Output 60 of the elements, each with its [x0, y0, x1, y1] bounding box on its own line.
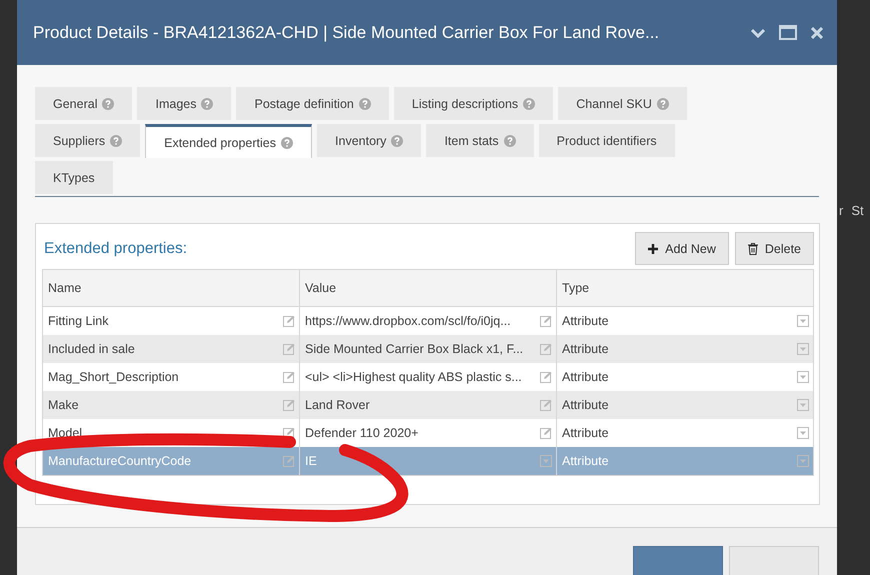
- table-cell-text: <ul> <li>Highest quality ABS plastic s...: [305, 370, 523, 384]
- help-icon[interactable]: [358, 98, 371, 110]
- table-cell-text: Attribute: [562, 398, 610, 412]
- table-cell-text: Side Mounted Carrier Box Black x1, F...: [305, 342, 524, 356]
- tab[interactable]: Postage definition: [236, 87, 389, 120]
- column-header[interactable]: Name: [42, 270, 300, 306]
- dropdown-icon[interactable]: [797, 371, 809, 383]
- dropdown-icon[interactable]: [797, 427, 809, 439]
- plus-icon: [648, 244, 658, 254]
- tab[interactable]: Inventory: [317, 124, 422, 157]
- help-icon[interactable]: [523, 98, 536, 110]
- help-icon[interactable]: [504, 134, 516, 146]
- chevron-down-icon[interactable]: [751, 28, 765, 38]
- table-cell-text: Fitting Link: [48, 314, 110, 328]
- dropdown-icon[interactable]: [540, 455, 552, 467]
- table-cell-text: IE: [305, 454, 318, 468]
- tab[interactable]: Product identifiers: [538, 124, 675, 157]
- help-icon[interactable]: [110, 134, 122, 146]
- tab[interactable]: Suppliers: [35, 124, 140, 157]
- help-icon[interactable]: [281, 136, 294, 148]
- dropdown-icon[interactable]: [797, 315, 809, 327]
- column-header[interactable]: Type: [556, 270, 814, 306]
- tab[interactable]: General: [35, 87, 132, 120]
- tab[interactable]: Images: [137, 87, 232, 120]
- dropdown-icon[interactable]: [797, 399, 809, 411]
- help-icon[interactable]: [201, 98, 214, 110]
- dropdown-icon[interactable]: [797, 343, 809, 355]
- table-cell-text: Defender 110 2020+: [305, 426, 420, 440]
- tab[interactable]: Item stats: [426, 124, 534, 157]
- help-icon[interactable]: [391, 134, 404, 146]
- add-new-button[interactable]: Add New: [635, 232, 729, 265]
- edit-icon[interactable]: [283, 427, 295, 439]
- table-cell-text: ManufactureCountryCode: [48, 454, 192, 468]
- help-icon[interactable]: [102, 98, 114, 110]
- table-cell-text: https://www.dropbox.com/scl/fo/i0jq...: [305, 314, 512, 328]
- table-cell-text: Make: [48, 398, 80, 412]
- help-icon[interactable]: [656, 98, 669, 110]
- table-cell-text: Attribute: [562, 314, 610, 328]
- tab[interactable]: Extended properties: [145, 124, 312, 158]
- footer-button[interactable]: [633, 546, 723, 575]
- dropdown-icon[interactable]: [797, 455, 809, 467]
- tab[interactable]: KTypes: [35, 161, 113, 194]
- tab[interactable]: Listing descriptions: [394, 87, 554, 120]
- column-header[interactable]: Value: [300, 270, 556, 306]
- table-cell-text: Mag_Short_Description: [48, 370, 180, 384]
- table-cell-text: Included in sale: [48, 342, 136, 356]
- table-cell-text: Attribute: [562, 370, 610, 384]
- table-cell-text: Attribute: [562, 426, 610, 440]
- background-column-header: St: [851, 203, 864, 218]
- table-cell-text: Attribute: [562, 454, 610, 468]
- window-title: Product Details - BRA4121362A-CHD | Side Mounted Carrier Box For Land Rove...: [33, 22, 660, 42]
- trash-icon: [748, 242, 758, 254]
- tab[interactable]: Channel SKU: [558, 87, 687, 120]
- table-cell-text: Attribute: [562, 342, 610, 356]
- maximize-icon[interactable]: [779, 25, 797, 40]
- background-column-header: r: [839, 203, 844, 218]
- table-cell-text: Land Rover: [305, 398, 371, 412]
- close-icon[interactable]: [811, 26, 823, 38]
- panel-title: Extended properties:: [43, 240, 188, 258]
- delete-button[interactable]: Delete: [734, 232, 814, 265]
